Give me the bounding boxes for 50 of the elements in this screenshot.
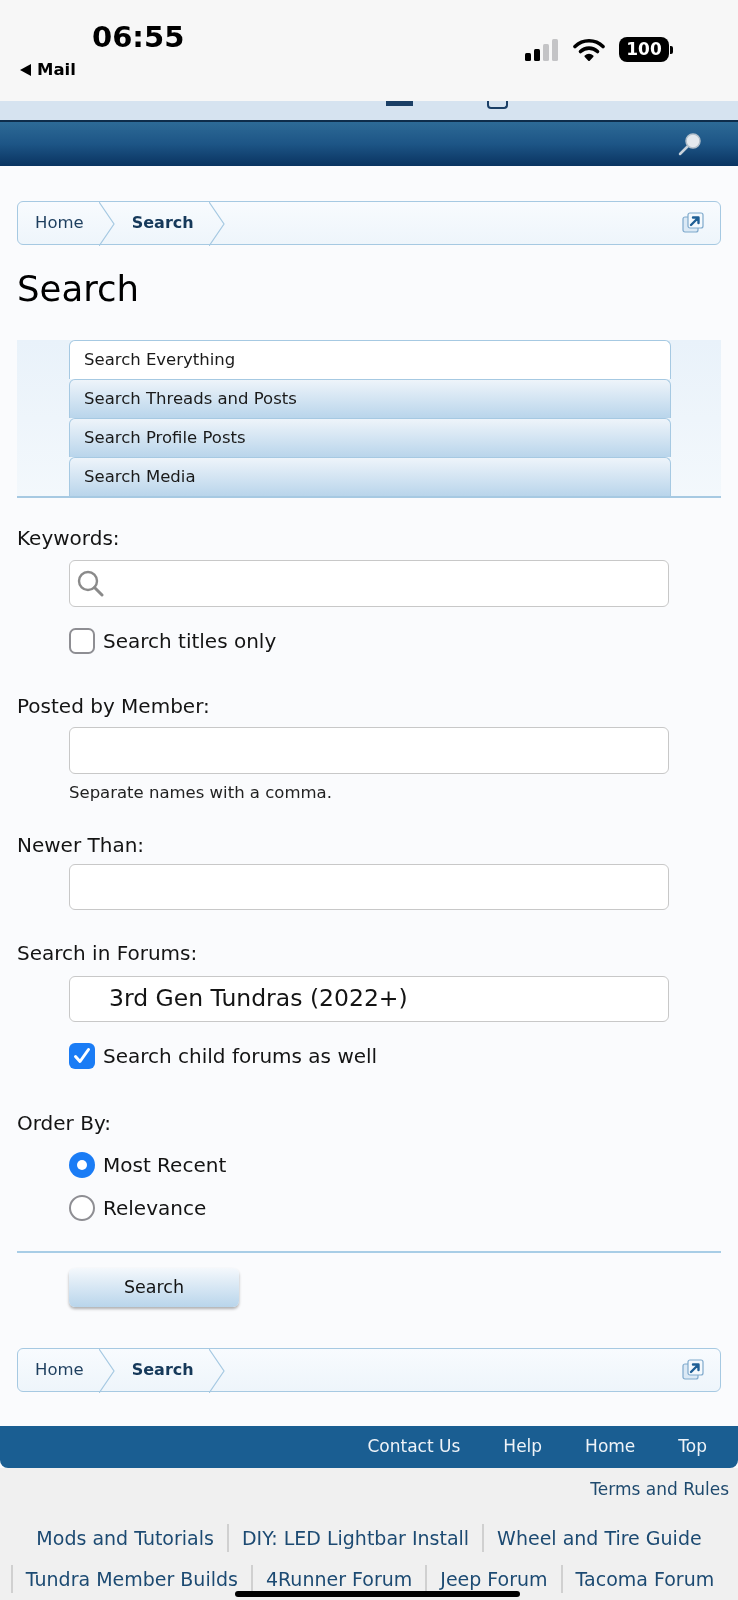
external-link-icon[interactable] bbox=[682, 212, 704, 234]
related-link[interactable]: Wheel and Tire Guide bbox=[484, 1527, 715, 1549]
related-link[interactable]: 4Runner Forum bbox=[252, 1568, 426, 1590]
breadcrumb-link[interactable]: Home bbox=[18, 1349, 99, 1391]
signal-icon bbox=[525, 38, 559, 61]
field-label: Posted by Member: bbox=[17, 694, 211, 718]
field-label: Order By: bbox=[17, 1111, 113, 1135]
field-label: Search in Forums: bbox=[17, 941, 199, 965]
search-button[interactable]: Search bbox=[69, 1268, 239, 1307]
external-link-icon[interactable] bbox=[682, 1359, 704, 1381]
footer-link[interactable]: Top bbox=[678, 1434, 707, 1460]
checkbox-label: Search titles only bbox=[103, 629, 277, 653]
footer-link[interactable]: Home bbox=[585, 1434, 636, 1460]
back-link[interactable]: Mail bbox=[20, 60, 76, 80]
related-link[interactable]: Tundra Member Builds bbox=[12, 1568, 251, 1590]
breadcrumb-link[interactable]: Search bbox=[114, 1349, 209, 1391]
field-hint: Separate names with a comma. bbox=[69, 783, 333, 803]
forum-select-field[interactable]: 3rd Gen Tundras (2022+) bbox=[69, 976, 669, 1022]
breadcrumb-link[interactable]: Search bbox=[114, 202, 209, 244]
wifi-icon bbox=[573, 38, 605, 61]
related-link[interactable]: DIY: LED Lightbar Install bbox=[228, 1527, 483, 1549]
search-tab[interactable]: Search Media bbox=[69, 457, 671, 496]
related-link[interactable]: Tacoma Forum bbox=[562, 1568, 728, 1590]
field-label: Newer Than: bbox=[17, 833, 146, 857]
breadcrumb-link[interactable]: Home bbox=[18, 202, 99, 244]
date-field[interactable] bbox=[69, 864, 669, 910]
radio-button[interactable] bbox=[69, 1195, 95, 1221]
search-icon[interactable] bbox=[678, 132, 702, 156]
page-title: Search bbox=[17, 268, 140, 310]
related-link[interactable]: Jeep Forum bbox=[427, 1568, 561, 1590]
search-icon bbox=[77, 570, 104, 597]
keywords-field[interactable] bbox=[69, 560, 669, 607]
battery-indicator: 100 bbox=[619, 37, 673, 62]
checkbox-label: Search child forums as well bbox=[103, 1044, 378, 1068]
search-tab[interactable]: Search Threads and Posts bbox=[69, 379, 671, 418]
checkbox[interactable] bbox=[69, 1043, 95, 1069]
member-name-field[interactable] bbox=[69, 727, 669, 774]
back-triangle-icon bbox=[20, 64, 31, 76]
radio-button[interactable] bbox=[69, 1152, 95, 1178]
radio-label: Most Recent bbox=[103, 1153, 227, 1177]
radio-label: Relevance bbox=[103, 1196, 207, 1220]
footer-link[interactable]: Help bbox=[503, 1434, 543, 1460]
clock-time: 06:55 bbox=[92, 20, 185, 54]
checkbox[interactable] bbox=[69, 628, 95, 654]
terms-link[interactable]: Terms and Rules bbox=[590, 1479, 729, 1499]
search-tab[interactable]: Search Everything bbox=[69, 340, 671, 379]
related-link[interactable]: Mods and Tutorials bbox=[23, 1527, 227, 1549]
search-tab[interactable]: Search Profile Posts bbox=[69, 418, 671, 457]
footer-link[interactable]: Contact Us bbox=[367, 1434, 461, 1460]
field-label: Keywords: bbox=[17, 526, 121, 550]
